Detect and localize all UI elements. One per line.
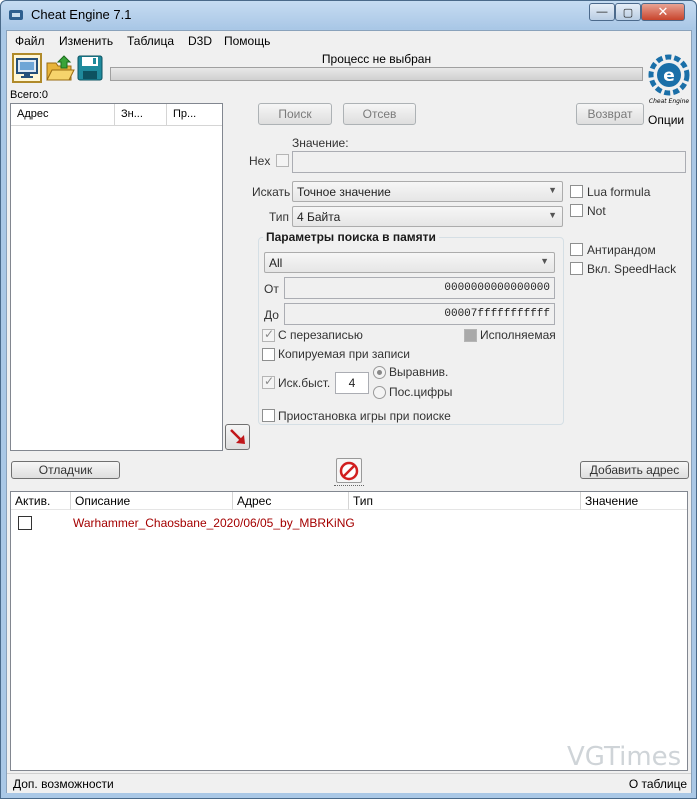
to-label: До [264, 308, 279, 322]
chevron-down-icon: ▼ [548, 185, 557, 195]
row-active-checkbox[interactable] [18, 516, 32, 530]
found-column-address[interactable]: Адрес [11, 104, 115, 126]
window-title: Cheat Engine 7.1 [31, 7, 132, 22]
logo-text: Cheat Engine [649, 98, 689, 105]
cheat-engine-app-icon [9, 10, 23, 20]
value-type-value: 4 Байта [297, 210, 341, 224]
last-digits-radio[interactable] [373, 386, 386, 399]
svg-text:e: e [663, 66, 675, 86]
options-label[interactable]: Опции [648, 113, 684, 127]
menu-help[interactable]: Помощь [224, 34, 270, 48]
splitter-grip-icon[interactable] [334, 485, 364, 488]
main-window: Cheat Engine 7.1 — ▢ ✕ Файл Изменить Таб… [0, 0, 697, 799]
pause-game-checkbox[interactable] [262, 409, 275, 422]
pause-game-label: Приостановка игры при поиске [278, 409, 451, 423]
first-scan-button[interactable]: Поиск [258, 103, 332, 125]
last-digits-label: Пос.цифры [389, 385, 453, 399]
lua-formula-checkbox[interactable] [570, 185, 583, 198]
cheat-table[interactable]: Актив. Описание Адрес Тип Значение Warha… [10, 491, 688, 772]
menu-table[interactable]: Таблица [127, 34, 174, 48]
no-entry-icon [339, 461, 359, 480]
scan-type-select[interactable]: Точное значение ▼ [292, 181, 563, 202]
memory-scan-options-title: Параметры поиска в памяти [263, 230, 439, 244]
scan-type-label: Искать [252, 185, 291, 199]
not-label: Not [587, 204, 606, 218]
memory-region-select[interactable]: All ▼ [264, 252, 555, 273]
hex-checkbox[interactable] [276, 154, 289, 167]
advanced-options-link[interactable]: Доп. возможности [13, 777, 114, 791]
lua-formula-label: Lua formula [587, 185, 651, 199]
speedhack-label: Вкл. SpeedHack [587, 262, 677, 276]
column-type[interactable]: Тип [349, 492, 581, 510]
writable-checkbox[interactable] [262, 327, 275, 342]
client-area: Файл Изменить Таблица D3D Помощь Процесс… [6, 30, 692, 793]
from-label: От [264, 282, 279, 296]
found-addresses-list[interactable]: Адрес Зн... Пр... [10, 103, 223, 451]
not-checkbox[interactable] [570, 204, 583, 217]
value-label: Значение: [292, 136, 349, 150]
save-file-icon [77, 55, 103, 81]
add-address-button[interactable]: Добавить адрес [580, 461, 689, 479]
speedhack-checkbox[interactable] [570, 262, 583, 275]
fast-scan-checkbox[interactable] [262, 374, 275, 389]
to-address-input[interactable]: 00007fffffffffff [284, 303, 555, 325]
fast-scan-alignment-input[interactable]: 4 [335, 372, 369, 394]
from-address-input[interactable]: 0000000000000000 [284, 277, 555, 299]
value-input[interactable] [292, 151, 686, 173]
scan-progress-bar [110, 67, 643, 81]
open-file-button[interactable] [45, 53, 75, 83]
save-file-button[interactable] [75, 53, 105, 83]
status-bar: Доп. возможности О таблице [7, 773, 691, 793]
debugger-button[interactable]: Отладчик [11, 461, 120, 479]
alignment-label: Выравнив. [389, 365, 449, 379]
open-process-icon [16, 58, 38, 78]
writable-label: С перезаписью [278, 328, 363, 342]
memory-region-value: All [269, 256, 283, 270]
cheat-engine-logo-icon[interactable]: e Cheat Engine [648, 53, 690, 109]
column-value[interactable]: Значение [581, 492, 687, 510]
alignment-radio[interactable] [373, 366, 386, 379]
add-to-list-button[interactable] [225, 424, 250, 450]
next-scan-button[interactable]: Отсев [343, 103, 416, 125]
close-button[interactable]: ✕ [641, 3, 685, 21]
chevron-down-icon: ▼ [540, 256, 549, 266]
copy-on-write-label: Копируемая при записи [278, 347, 410, 361]
row-description[interactable]: Warhammer_Chaosbane_2020/06/05_by_MBRKiN… [73, 516, 355, 530]
copy-on-write-checkbox[interactable] [262, 348, 275, 361]
menu-file[interactable]: Файл [15, 34, 45, 48]
open-file-icon [46, 55, 75, 81]
value-type-label: Тип [269, 210, 290, 224]
fast-scan-label: Иск.быст. [278, 376, 331, 390]
vgtimes-watermark: VGTimes [567, 742, 682, 772]
found-column-value[interactable]: Зн... [115, 104, 167, 126]
table-extras-link[interactable]: О таблице [629, 777, 687, 791]
title-bar[interactable]: Cheat Engine 7.1 — ▢ ✕ [1, 1, 696, 29]
chevron-down-icon: ▼ [548, 210, 557, 220]
menu-bar: Файл Изменить Таблица D3D Помощь [7, 31, 691, 51]
scan-type-value: Точное значение [297, 185, 391, 199]
column-description[interactable]: Описание [71, 492, 233, 510]
antirandom-checkbox[interactable] [570, 243, 583, 256]
hex-label: Hex [249, 154, 271, 168]
value-type-select[interactable]: 4 Байта ▼ [292, 206, 563, 227]
menu-edit[interactable]: Изменить [59, 34, 113, 48]
column-address[interactable]: Адрес [233, 492, 349, 510]
column-active[interactable]: Актив. [11, 492, 71, 510]
antirandom-label: Антирандом [587, 243, 656, 257]
stop-button[interactable] [336, 458, 362, 483]
undo-scan-button[interactable]: Возврат [576, 103, 644, 125]
found-count-label: Всего:0 [10, 89, 49, 101]
red-arrow-icon [229, 429, 245, 444]
minimize-button[interactable]: — [589, 3, 615, 21]
executable-label: Исполняемая [480, 328, 556, 342]
open-process-button[interactable] [12, 53, 42, 83]
found-column-previous[interactable]: Пр... [167, 104, 222, 126]
maximize-button[interactable]: ▢ [615, 3, 641, 21]
process-label: Процесс не выбран [321, 52, 432, 66]
executable-checkbox[interactable] [464, 329, 477, 342]
menu-d3d[interactable]: D3D [188, 34, 212, 48]
